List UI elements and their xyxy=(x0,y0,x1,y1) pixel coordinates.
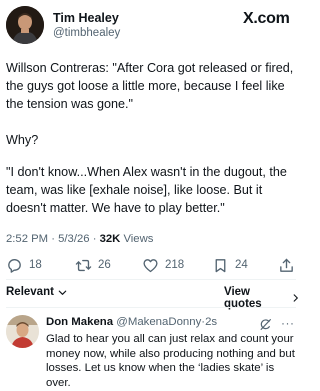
reply-count: 18 xyxy=(29,259,42,271)
repost-icon xyxy=(75,259,92,271)
reply-author-name[interactable]: Don Makena xyxy=(46,316,113,328)
like-button[interactable]: 218 xyxy=(142,253,184,277)
chevron-right-icon xyxy=(293,294,298,302)
post-header: Tim Healey @timbhealey X.com xyxy=(0,0,300,48)
post-date[interactable]: 5/3/26 xyxy=(58,233,89,245)
heart-icon xyxy=(143,258,158,272)
reply-button[interactable]: 18 xyxy=(6,253,42,277)
repost-button[interactable]: 26 xyxy=(75,253,111,277)
divider xyxy=(6,279,296,280)
bookmark-icon xyxy=(215,258,226,272)
author-avatar[interactable] xyxy=(6,6,44,44)
grok-icon[interactable] xyxy=(259,318,272,331)
divider xyxy=(6,307,296,308)
sort-label: Relevant xyxy=(6,286,54,298)
reply-text: Glad to hear you all can just relax and … xyxy=(46,333,295,389)
post-paragraph-3: "I don't know...When Alex wasn't in the … xyxy=(6,165,287,215)
reply-time[interactable]: 2s xyxy=(205,316,217,328)
post-paragraph-1: Willson Contreras: "After Cora got relea… xyxy=(6,61,294,111)
views-count: 32K xyxy=(99,233,121,245)
author-handle[interactable]: @timbhealey xyxy=(53,27,120,39)
reply-author-handle[interactable]: @MakenaDonny xyxy=(116,316,201,328)
post-meta: 2:52 PM · 5/3/26 · 32K Views xyxy=(6,233,153,245)
more-options-button[interactable]: ··· xyxy=(281,316,295,330)
meta-separator: · xyxy=(51,233,55,245)
post-time[interactable]: 2:52 PM xyxy=(6,233,48,245)
post-paragraph-2: Why? xyxy=(6,133,39,147)
sort-replies-dropdown[interactable]: Relevant xyxy=(6,286,68,298)
share-icon xyxy=(280,258,293,272)
meta-separator-2: · xyxy=(92,233,97,245)
chevron-down-icon xyxy=(58,290,67,295)
bookmark-button[interactable]: 24 xyxy=(212,253,248,277)
author-name[interactable]: Tim Healey xyxy=(53,11,119,25)
share-button[interactable] xyxy=(278,253,301,277)
like-count: 218 xyxy=(165,259,185,271)
bookmark-count: 24 xyxy=(235,259,248,271)
reply-icon xyxy=(8,258,21,273)
action-bar: 18 26 218 24 xyxy=(6,253,296,277)
x-logo: X.com xyxy=(243,10,290,27)
repost-count: 26 xyxy=(98,259,111,271)
views-label: Views xyxy=(123,233,154,245)
reply-author-avatar[interactable] xyxy=(6,315,39,348)
